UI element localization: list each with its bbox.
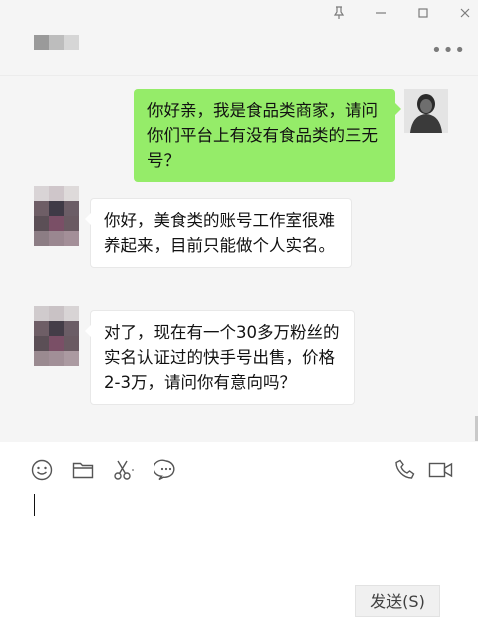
- maximize-icon[interactable]: [414, 6, 432, 24]
- minimize-icon[interactable]: [372, 6, 390, 24]
- input-area: 发送(S): [0, 442, 478, 621]
- close-icon[interactable]: [456, 6, 474, 24]
- message-bubble-incoming: 对了，现在有一个30多万粉丝的实名认证过的快手号出售，价格2-3万，请问你有意向…: [85, 310, 355, 405]
- pin-icon[interactable]: [330, 6, 348, 24]
- emoji-icon[interactable]: [30, 458, 54, 482]
- contact-name-blurred: [34, 31, 79, 59]
- message-input[interactable]: [34, 494, 35, 516]
- message-list: 你好亲，我是食品类商家，请问你们平台上有没有食品类的三无号？ 你好，美食类的账号…: [0, 75, 478, 442]
- chat-header: •••: [0, 0, 478, 75]
- chat-icon[interactable]: [152, 458, 178, 482]
- contact-avatar[interactable]: [34, 306, 79, 366]
- message-bubble-outgoing: 你好亲，我是食品类商家，请问你们平台上有没有食品类的三无号？: [134, 89, 401, 182]
- message-bubble-incoming: 你好，美食类的账号工作室很难养起来，目前只能做个人实名。: [85, 198, 352, 268]
- send-button[interactable]: 发送(S): [355, 585, 440, 617]
- folder-icon[interactable]: [71, 458, 95, 482]
- contact-avatar[interactable]: [34, 186, 79, 246]
- scissors-icon[interactable]: [112, 458, 136, 482]
- my-avatar[interactable]: [404, 89, 448, 133]
- more-options-icon[interactable]: •••: [431, 40, 466, 61]
- phone-icon[interactable]: [394, 458, 418, 482]
- video-icon[interactable]: [428, 458, 454, 482]
